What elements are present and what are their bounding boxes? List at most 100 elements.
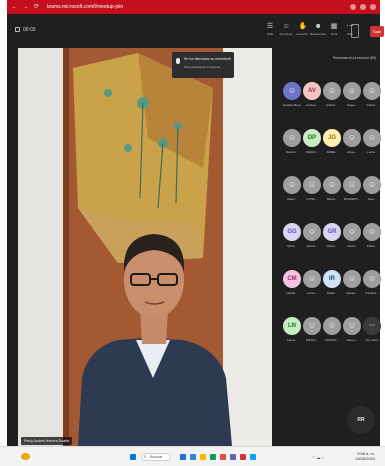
participant-tile[interactable]: ☺ — [303, 176, 321, 194]
address-bar[interactable]: teams.microsoft.com/l/meetup-join — [44, 3, 126, 11]
participant-tile[interactable]: ☺ — [343, 223, 361, 241]
participant-tile[interactable]: IR — [323, 270, 341, 288]
participant-name: LUISA... — [306, 197, 318, 201]
participant-name: Sara... — [367, 197, 377, 201]
person-icon: ☺ — [347, 321, 357, 330]
person-icon: ☺ — [327, 321, 337, 330]
participant-tile[interactable]: AV — [303, 82, 321, 100]
participant-name: Laura... — [346, 244, 358, 248]
forward-icon[interactable]: → — [22, 4, 29, 11]
participant-tile[interactable]: ☺ — [343, 317, 361, 335]
meeting-actions: ☰ Chat ☺ Personas ✋ Levantar ☻ Reacciones ▦ Vista… — [265, 23, 355, 36]
participant-tile[interactable]: ☺ — [343, 82, 361, 100]
participant-tile[interactable]: ☺ — [343, 176, 361, 194]
taskbar-search[interactable]: Buscar — [141, 453, 171, 461]
notification-subtitle: Otro participante lo silenció — [184, 65, 221, 69]
clock-date: 13/06/2024 — [354, 456, 375, 461]
participant-name: Jorge... — [346, 150, 357, 154]
system-tray-icon[interactable]: ⌃ ☁ ♪ — [312, 455, 324, 460]
taskbar-app-icon[interactable] — [180, 454, 186, 460]
person-icon: ☺ — [347, 86, 357, 95]
participant-name: Ángel... — [346, 103, 358, 107]
toolbar-react[interactable]: ☻ Reacciones — [310, 23, 326, 36]
leave-button[interactable]: Salir — [370, 26, 384, 37]
self-view-tile[interactable]: RR — [347, 406, 375, 434]
toolbar-label: Levantar — [296, 32, 308, 36]
participant-tile[interactable]: ☺ — [343, 270, 361, 288]
person-icon: ☺ — [347, 180, 357, 189]
chat-icon: ☰ — [266, 23, 274, 30]
close-icon[interactable]: × — [229, 55, 231, 60]
back-icon[interactable]: ← — [11, 4, 18, 11]
toolbar-view[interactable]: ▦ Vista — [329, 23, 339, 36]
react-icon: ☻ — [314, 23, 322, 30]
participant-name: Lucía... — [307, 291, 317, 295]
participant-name: Daniel... — [346, 291, 358, 295]
taskbar-app-icon[interactable] — [200, 454, 206, 460]
participant-name: Nelson... — [286, 150, 298, 154]
participant-name: Andrés... — [325, 103, 338, 107]
person-icon: ☺ — [367, 133, 377, 142]
profile-icon[interactable] — [350, 4, 356, 10]
taskbar-app-icon[interactable] — [250, 454, 256, 460]
taskbar-app-icon[interactable] — [190, 454, 196, 460]
clock[interactable]: 9:58 a. m. 13/06/2024 — [345, 451, 375, 461]
participant-tile[interactable]: LN — [283, 317, 301, 335]
browser-toolbar: ← → ⟳ teams.microsoft.com/l/meetup-join — [7, 0, 380, 14]
participant-name: camila... — [286, 291, 298, 295]
extensions-icon[interactable] — [360, 4, 366, 10]
person-icon: ☺ — [367, 227, 377, 236]
participant-tile[interactable]: DP — [303, 129, 321, 147]
painting-flower-4 — [124, 144, 132, 152]
person-icon: ☺ — [307, 321, 317, 330]
raise-hand-icon: ✋ — [298, 23, 308, 30]
weather-icon[interactable] — [21, 453, 30, 460]
start-icon[interactable] — [130, 454, 136, 460]
people-icon: ☺ — [282, 23, 290, 30]
participant-tile[interactable]: ☺ — [283, 82, 301, 100]
toolbar-people[interactable]: ☺ Personas — [280, 23, 293, 36]
participant-tile[interactable]: ☺ — [323, 317, 341, 335]
participant-tile[interactable]: ☺ — [303, 317, 321, 335]
participant-tile[interactable]: GG — [283, 223, 301, 241]
toolbar-raise-hand[interactable]: ✋ Levantar — [296, 23, 308, 36]
taskbar-app-icon[interactable] — [230, 454, 236, 460]
reload-icon[interactable]: ⟳ — [33, 4, 40, 11]
camera-button[interactable] — [351, 24, 359, 38]
participant-tile[interactable]: ☺ — [363, 223, 381, 241]
participant-name: Gestión Beyo — [282, 103, 301, 107]
participant-tile[interactable]: ☺ — [283, 176, 301, 194]
participant-name: Yamile... — [306, 244, 318, 248]
person-icon: ☺ — [367, 180, 377, 189]
participant-tile[interactable]: ☺ — [323, 176, 341, 194]
taskbar-app-icon[interactable] — [210, 454, 216, 460]
participant-initials: DP — [307, 135, 317, 141]
participant-tile[interactable]: ☺ — [283, 129, 301, 147]
person-icon: ☺ — [347, 274, 357, 283]
participant-initials: GG — [287, 229, 297, 235]
participant-tile[interactable]: ··· — [363, 317, 381, 335]
participant-tile[interactable]: GR — [323, 223, 341, 241]
participant-initials: AV — [308, 88, 316, 94]
participant-tile[interactable]: ☺ — [363, 270, 381, 288]
participant-name: María... — [326, 197, 338, 201]
participant-tile[interactable]: CM — [283, 270, 301, 288]
person-icon: ☺ — [307, 227, 317, 236]
participant-name: ROSARIO... — [343, 197, 361, 201]
toolbar-chat[interactable]: ☰ Chat — [265, 23, 275, 36]
participant-tile[interactable]: ☺ — [363, 176, 381, 194]
menu-icon[interactable] — [370, 4, 376, 10]
timer-icon — [15, 27, 20, 33]
participant-tile[interactable]: JG — [323, 129, 341, 147]
participant-tile[interactable]: ☺ — [303, 223, 321, 241]
taskbar-app-icon[interactable] — [220, 454, 226, 460]
participant-tile[interactable]: ☺ — [303, 270, 321, 288]
participant-tile[interactable]: ☺ — [323, 82, 341, 100]
participant-tile[interactable]: ☺ — [363, 82, 381, 100]
participant-tile[interactable]: ☺ — [363, 129, 381, 147]
toolbar-label: Reacciones — [310, 32, 326, 36]
person-icon: ☺ — [287, 86, 297, 95]
participant-name: Lucía... — [367, 150, 377, 154]
participant-tile[interactable]: ☺ — [343, 129, 361, 147]
taskbar-app-icon[interactable] — [240, 454, 246, 460]
